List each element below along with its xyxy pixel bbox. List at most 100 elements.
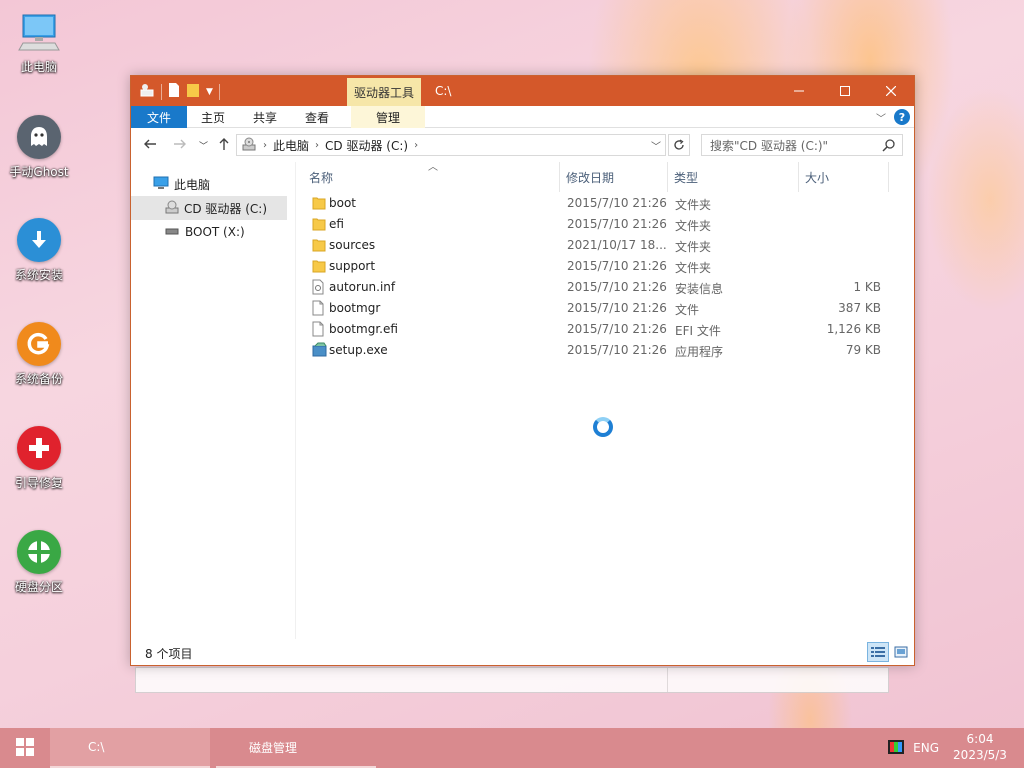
title-bar[interactable]: ▼ 驱动器工具 C:\ [131, 76, 914, 106]
file-size: 1 KB [853, 280, 881, 294]
qat-dropdown-icon[interactable]: ▼ [206, 87, 213, 97]
tab-share[interactable]: 共享 [239, 106, 291, 128]
file-size: 1,126 KB [826, 322, 881, 336]
tab-manage[interactable]: 管理 [351, 106, 426, 128]
folder-icon [312, 237, 326, 256]
tab-file[interactable]: 文件 [131, 106, 187, 128]
file-name: bootmgr.efi [329, 322, 398, 336]
desktop-icon-label: 手动Ghost [9, 165, 69, 179]
start-button[interactable] [0, 728, 50, 768]
folder-icon [312, 195, 326, 214]
nav-item-cd-drive[interactable]: CD 驱动器 (C:) [131, 196, 287, 220]
file-name: bootmgr [329, 301, 381, 315]
column-header-size[interactable]: 大小 [802, 162, 888, 192]
details-view-button[interactable] [867, 642, 889, 662]
file-row[interactable]: bootmgr 2015/7/10 21:26 文件 387 KB [306, 298, 914, 319]
file-type: 文件夹 [675, 198, 712, 212]
ribbon-tabs: 文件 主页 共享 查看 管理 ﹀ ? [131, 106, 914, 128]
download-arrow-icon [17, 218, 61, 262]
desktop-icon-manual-ghost[interactable]: 手动Ghost [4, 115, 74, 180]
recent-locations-chevron-icon[interactable]: ﹀ [199, 139, 208, 152]
refresh-button[interactable] [668, 134, 690, 156]
clock[interactable]: 6:04 2023/5/3 [946, 731, 1014, 763]
breadcrumb-this-pc[interactable]: 此电脑 [273, 137, 309, 154]
taskbar-item-disk-management[interactable]: 磁盘管理 [216, 728, 376, 768]
large-icons-view-button[interactable] [890, 642, 912, 662]
column-header-type[interactable]: 类型 [671, 162, 801, 192]
window-title: C:\ [435, 84, 452, 98]
drive-properties-icon[interactable] [139, 82, 155, 101]
language-indicator[interactable]: ENG [913, 741, 939, 755]
desktop-icon-disk-partition[interactable]: 硬盘分区 [4, 530, 74, 595]
item-count: 8 个项目 [145, 647, 193, 661]
drive-tools-context-tab[interactable]: 驱动器工具 [347, 78, 421, 106]
tab-view[interactable]: 查看 [291, 106, 343, 128]
file-name: efi [329, 217, 344, 231]
file-type: 文件 [675, 303, 700, 317]
address-bar[interactable]: › 此电脑 › CD 驱动器 (C:) › ﹀ [236, 134, 666, 156]
clock-time: 6:04 [966, 732, 994, 746]
file-row[interactable]: boot 2015/7/10 21:26 文件夹 [306, 193, 914, 214]
taskbar: C:\ 磁盘管理 ENG 6:04 2023/5/3 [0, 728, 1024, 768]
forward-arrow-icon[interactable] [173, 137, 187, 155]
file-type: 文件夹 [675, 261, 712, 275]
nav-item-label: CD 驱动器 (C:) [184, 201, 268, 216]
breadcrumb-cd-drive[interactable]: CD 驱动器 (C:) [325, 137, 408, 154]
desktop-icon-system-install[interactable]: 系统安装 [4, 218, 74, 283]
minimize-button[interactable] [776, 76, 822, 106]
column-header-name[interactable]: 名称 [306, 162, 559, 192]
address-dropdown-icon[interactable]: ﹀ [651, 138, 661, 153]
taskbar-item-explorer[interactable]: C:\ [50, 728, 210, 768]
computer-icon [17, 10, 61, 54]
file-row[interactable]: autorun.inf 2015/7/10 21:26 安装信息 1 KB [306, 277, 914, 298]
folder-icon [312, 216, 326, 235]
file-row[interactable]: bootmgr.efi 2015/7/10 21:26 EFI 文件 1,126 KB [306, 319, 914, 340]
desktop-icon-label: 硬盘分区 [14, 580, 63, 594]
help-icon[interactable]: ? [894, 109, 910, 125]
column-header-date[interactable]: 修改日期 [563, 162, 669, 192]
file-type: 文件夹 [675, 240, 712, 254]
file-date: 2015/7/10 21:26 [567, 217, 667, 231]
drive-icon [165, 225, 179, 239]
desktop-icon-system-backup[interactable]: 系统备份 [4, 322, 74, 387]
file-name: support [329, 259, 376, 273]
desktop-icon-boot-repair[interactable]: 引导修复 [4, 426, 74, 491]
breadcrumb-chevron-icon[interactable]: › [315, 140, 319, 151]
up-arrow-icon[interactable] [217, 137, 231, 155]
nav-item-this-pc[interactable]: 此电脑 [131, 172, 287, 196]
desktop-icon-label: 系统备份 [14, 372, 63, 386]
explorer-window: ▼ 驱动器工具 C:\ 文件 主页 共享 查看 管理 ﹀ ? ﹀ › 此电脑 ›… [130, 75, 915, 666]
file-row[interactable]: setup.exe 2015/7/10 21:26 应用程序 79 KB [306, 340, 914, 361]
nav-item-boot-drive[interactable]: BOOT (X:) [131, 220, 287, 244]
breadcrumb-chevron-icon[interactable]: › [414, 140, 418, 151]
new-folder-icon[interactable] [186, 82, 200, 101]
status-bar: 8 个项目 [131, 639, 914, 665]
file-type: EFI 文件 [675, 324, 721, 338]
navigation-bar: ﹀ › 此电脑 › CD 驱动器 (C:) › ﹀ 搜索"CD 驱动器 (C:)… [131, 128, 914, 162]
windows-logo-icon [15, 737, 35, 760]
desktop-icon-this-pc[interactable]: 此电脑 [4, 10, 74, 75]
maximize-button[interactable] [822, 76, 868, 106]
file-date: 2015/7/10 21:26 [567, 259, 667, 273]
new-file-icon[interactable] [168, 82, 180, 101]
back-arrow-icon[interactable] [143, 137, 157, 155]
quick-access-toolbar: ▼ [139, 82, 220, 101]
file-icon [312, 300, 324, 319]
search-input[interactable]: 搜索"CD 驱动器 (C:)" [701, 134, 903, 156]
desktop-icon-label: 系统安装 [14, 268, 63, 282]
navigation-pane: 此电脑 CD 驱动器 (C:) BOOT (X:) [131, 162, 296, 639]
ribbon-expand-icon[interactable]: ﹀ [876, 110, 886, 125]
file-type: 安装信息 [675, 282, 724, 296]
search-icon[interactable] [882, 138, 896, 155]
file-name: boot [329, 196, 357, 210]
desktop-icon-label: 此电脑 [20, 60, 57, 74]
red-plus-icon [17, 426, 61, 470]
display-color-icon[interactable] [888, 740, 904, 757]
close-button[interactable] [868, 76, 914, 106]
tab-home[interactable]: 主页 [187, 106, 239, 128]
file-row[interactable]: sources 2021/10/17 18... 文件夹 [306, 235, 914, 256]
file-row[interactable]: support 2015/7/10 21:26 文件夹 [306, 256, 914, 277]
cd-drive-icon [165, 199, 179, 218]
breadcrumb-chevron-icon[interactable]: › [263, 140, 267, 151]
file-row[interactable]: efi 2015/7/10 21:26 文件夹 [306, 214, 914, 235]
